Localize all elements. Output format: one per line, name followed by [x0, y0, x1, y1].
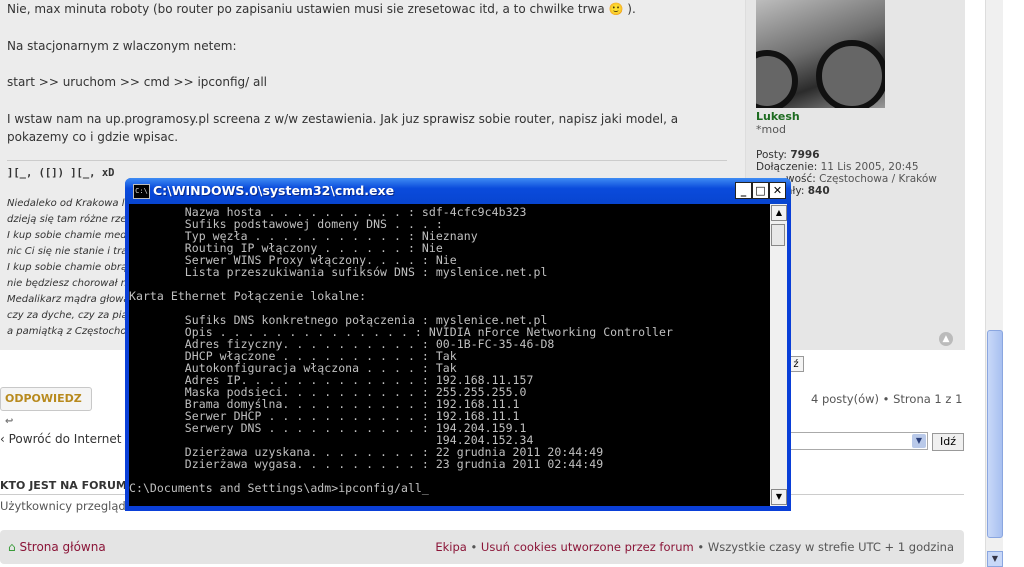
post-line-1: Nie, max minuta roboty (bo router po zap…	[7, 2, 636, 16]
author-username[interactable]: Lukesh	[756, 110, 800, 123]
back-link-label: Powróć do Internet	[8, 432, 122, 446]
window-edge	[1003, 0, 1024, 567]
author-posts: Posty: 7996	[756, 149, 820, 161]
reply-arrow-icon: ↩	[5, 416, 14, 427]
footer-separator: •	[470, 540, 478, 554]
author-location: wość: Częstochowa / Kraków	[786, 173, 937, 185]
home-icon: ⌂	[8, 540, 16, 554]
reply-label: ODPOWIEDZ	[5, 392, 82, 405]
extra-value: 840	[807, 185, 830, 197]
footer-separator: •	[697, 540, 705, 554]
location-value: Częstochowa / Kraków	[819, 173, 937, 185]
scroll-down-icon[interactable]: ▼	[771, 489, 787, 505]
signature-divider	[7, 160, 727, 161]
jump-go-button[interactable]: Idź	[932, 433, 964, 451]
joined-value: 11 Lis 2005, 20:45	[820, 161, 919, 173]
posts-label: Posty:	[756, 149, 787, 161]
cmd-scrollbar-thumb[interactable]	[771, 224, 785, 246]
avatar[interactable]	[756, 0, 885, 108]
signature-line: nic Ci się nie stanie i trai	[7, 246, 127, 257]
footer-navbar: ⌂ Strona główna Ekipa • Usuń cookies utw…	[0, 530, 964, 564]
team-link[interactable]: Ekipa	[435, 540, 466, 554]
author-extra: ały: 840	[786, 185, 830, 197]
timezone-text: Wszystkie czasy w strefie UTC + 1 godzin…	[707, 540, 954, 554]
close-button[interactable]: ✕	[769, 182, 786, 199]
post-line-5: pokazemy co i gdzie wpisac.	[7, 130, 179, 144]
chevron-left-icon: ‹	[0, 432, 9, 446]
chevron-down-icon[interactable]: ▼	[912, 434, 926, 448]
cmd-console[interactable]: Nazwa hosta . . . . . . . . . . : sdf-4c…	[129, 204, 770, 506]
cmd-title: C:\WINDOWS.0\system32\cmd.exe	[153, 183, 395, 198]
cmd-frame-bottom	[125, 506, 791, 511]
jump-to-forum-select[interactable]: ▼	[776, 432, 928, 450]
post-line-4: I wstaw nam na up.programosy.pl screena …	[7, 112, 679, 126]
signature-line: czy za dyche, czy za piąt	[7, 310, 127, 321]
who-is-online-title: KTO JEST NA FORUM	[0, 479, 127, 492]
posts-value[interactable]: 7996	[790, 149, 819, 161]
footer-links: Ekipa • Usuń cookies utworzone przez for…	[435, 540, 954, 554]
delete-cookies-link[interactable]: Usuń cookies utworzone przez forum	[481, 540, 694, 554]
minimize-button[interactable]: _	[735, 182, 752, 199]
signature-line: Niedaleko od Krakowa leż	[7, 198, 127, 209]
signature-line: I kup sobie chamie obrąc	[7, 262, 127, 273]
cmd-output: Nazwa hosta . . . . . . . . . . : sdf-4c…	[129, 205, 673, 495]
author-rank: *mod	[756, 123, 786, 136]
signature-line: nie będziesz chorował na	[7, 278, 127, 289]
scroll-up-icon[interactable]: ▲	[771, 205, 787, 221]
author-joined: Dołączenie: 11 Lis 2005, 20:45	[756, 161, 919, 173]
post-line-3: start >> uruchom >> cmd >> ipconfig/ all	[7, 75, 267, 89]
joined-label: Dołączenie:	[756, 161, 818, 173]
back-to-top-icon[interactable]: ▲	[939, 332, 953, 346]
signature-line: dzieją się tam różne rzec	[7, 214, 127, 225]
home-link[interactable]: ⌂ Strona główna	[8, 540, 106, 554]
cmd-window[interactable]: C:\ C:\WINDOWS.0\system32\cmd.exe _ □ ✕ …	[125, 178, 791, 511]
maximize-button[interactable]: □	[752, 182, 769, 199]
signature-header: ][_, ([]) ][_, xD	[7, 167, 115, 179]
cmd-titlebar[interactable]: C:\ C:\WINDOWS.0\system32\cmd.exe _ □ ✕	[125, 178, 791, 204]
reply-button[interactable]: ODPOWIEDZ ↩	[0, 387, 92, 427]
post-line-2: Na stacjonarnym z wlaczonym netem:	[7, 39, 237, 53]
cmd-app-icon[interactable]: C:\	[133, 184, 150, 199]
browser-scrollbar[interactable]: ▼	[985, 0, 1003, 567]
who-is-online-text: Użytkownicy przegląd	[0, 499, 126, 513]
signature-line: Medalikarz mądra głowa,	[7, 294, 127, 305]
home-label: Strona główna	[19, 540, 106, 554]
signature-line: I kup sobie chamie meda	[7, 230, 127, 241]
cmd-scrollbar[interactable]: ▲ ▼	[770, 204, 787, 506]
scroll-down-icon[interactable]: ▼	[987, 551, 1003, 567]
back-to-forum-link[interactable]: ‹ Powróć do Internet	[0, 432, 121, 446]
signature-line: a pamiątką z Częstochow	[7, 326, 127, 337]
pagination-info: 4 posty(ów) • Strona 1 z 1	[811, 392, 963, 406]
browser-scrollbar-thumb[interactable]	[987, 330, 1003, 538]
